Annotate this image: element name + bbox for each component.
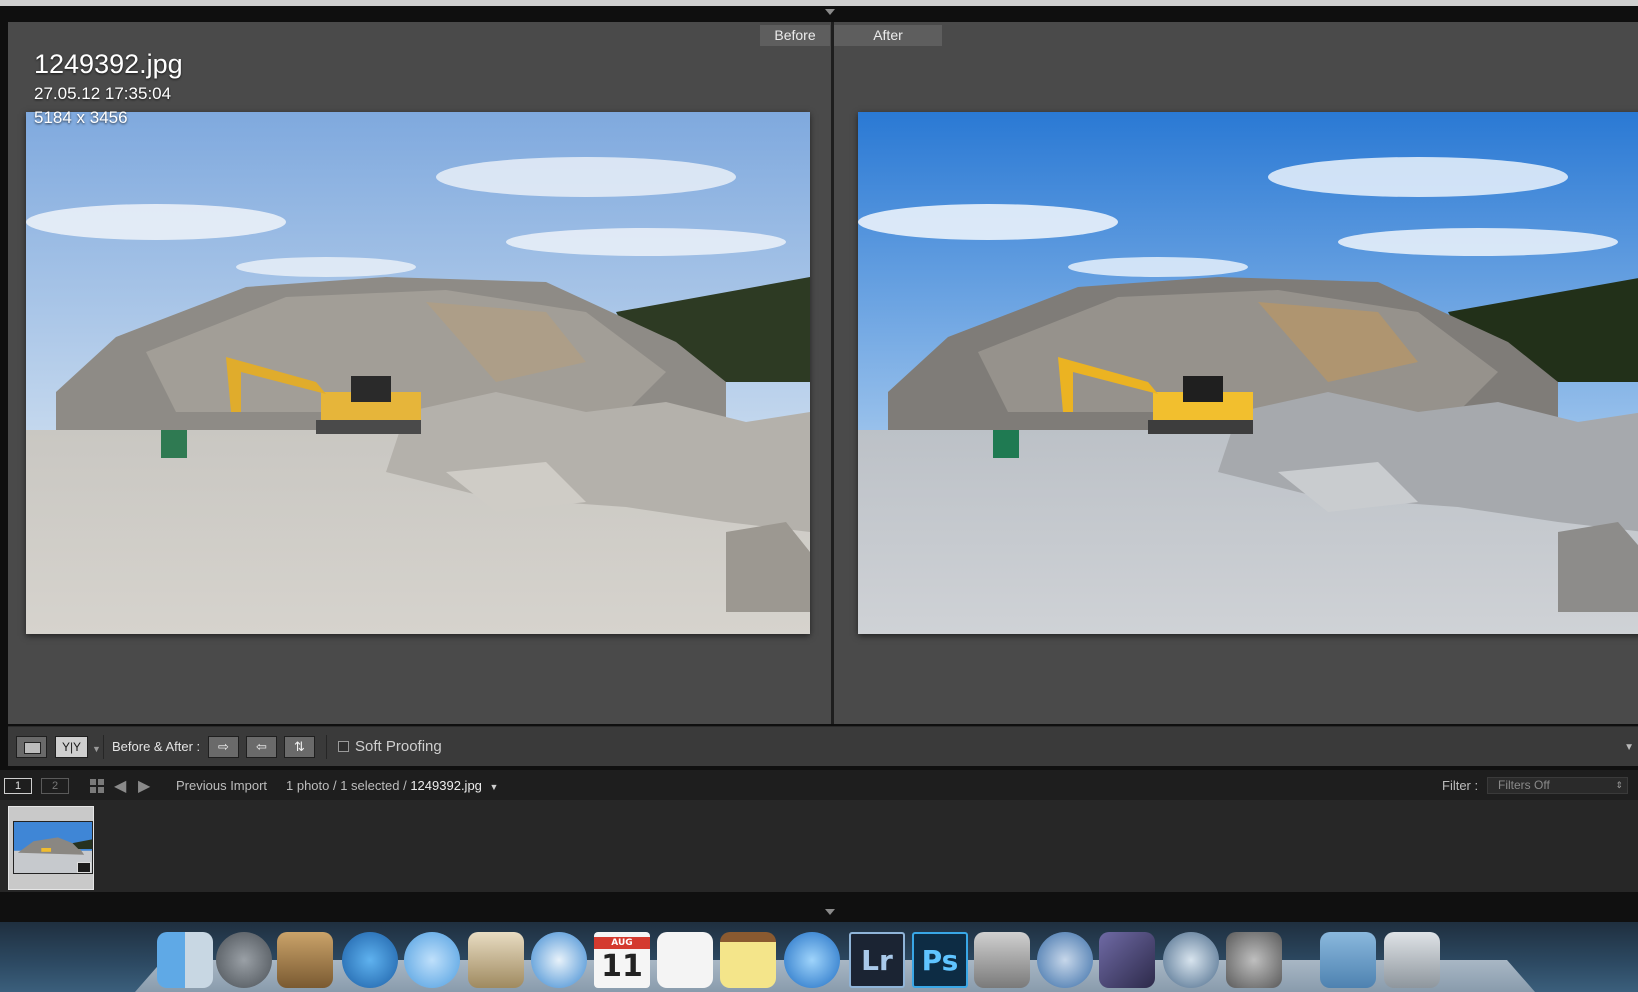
info-dimensions: 5184 x 3456: [34, 108, 128, 127]
after-pane: After: [834, 22, 1638, 724]
copy-after-to-before-button[interactable]: ⇦: [246, 736, 277, 758]
lightroom-icon[interactable]: Lr: [849, 932, 905, 988]
top-panel-toggle-icon[interactable]: [823, 7, 837, 17]
preview-app-icon[interactable]: [974, 932, 1030, 988]
title-bar-strip: [0, 0, 1638, 6]
launchpad-icon[interactable]: [216, 932, 272, 988]
pen-app-icon[interactable]: [1099, 932, 1155, 988]
reminders-icon[interactable]: [657, 932, 713, 988]
loupe-view-button[interactable]: [16, 736, 47, 758]
filmstrip-source[interactable]: Previous Import: [176, 778, 267, 793]
notes-icon[interactable]: [720, 932, 776, 988]
before-pane: Before 1249392.jpg 27.05.12 17:35:04 518…: [8, 22, 831, 724]
trash-icon[interactable]: [1384, 932, 1440, 988]
info-overlay: 1249392.jpg 27.05.12 17:35:04 5184 x 345…: [34, 46, 183, 130]
safari-icon[interactable]: [531, 932, 587, 988]
bottom-panel-bar: [0, 892, 1638, 922]
finder-icon[interactable]: [157, 932, 213, 988]
photoshop-icon[interactable]: Ps: [912, 932, 968, 988]
selection-dropdown-icon[interactable]: ▼: [490, 782, 499, 792]
grid-view-icon[interactable]: [90, 779, 104, 793]
itunes-icon[interactable]: [784, 932, 840, 988]
filter-select-value: Filters Off: [1498, 778, 1550, 792]
before-tag: Before: [760, 25, 830, 46]
after-tag: After: [834, 25, 942, 46]
filter-label: Filter :: [1442, 778, 1479, 793]
app-store-icon[interactable]: [342, 932, 398, 988]
before-after-view-button[interactable]: Y|Y: [55, 736, 88, 758]
main-window-button[interactable]: 1: [4, 778, 32, 794]
soft-proofing-label[interactable]: Soft Proofing: [355, 738, 442, 755]
system-preferences-icon[interactable]: [1226, 932, 1282, 988]
copy-before-to-after-button[interactable]: ⇨: [208, 736, 239, 758]
before-after-label: Before & After :: [112, 739, 201, 754]
filmstrip: [0, 800, 1638, 892]
bottom-panel-toggle-icon[interactable]: [823, 907, 837, 916]
filmstrip-thumbnail-cell[interactable]: [8, 806, 94, 890]
toolbar-separator: [326, 735, 327, 759]
selection-count-text: 1 photo / 1 selected /: [286, 778, 407, 793]
forward-arrow-icon[interactable]: ▶: [138, 776, 150, 796]
calendar-month: AUG: [594, 936, 650, 949]
swap-before-after-button[interactable]: ⇅: [284, 736, 315, 758]
toolbar-separator: [103, 735, 104, 759]
photo-browser-icon[interactable]: [277, 932, 333, 988]
toolbar-options-dropdown-icon[interactable]: ▼: [1624, 742, 1634, 753]
before-photo[interactable]: [26, 112, 810, 634]
secondary-window-button[interactable]: 2: [41, 778, 69, 794]
filmstrip-navigation-bar: 1 2 ◀ ▶ Previous Import 1 photo / 1 sele…: [0, 770, 1638, 800]
view-toolbar: Y|Y ▼ Before & After : ⇨ ⇦ ⇅ Soft Proofi…: [8, 726, 1638, 766]
view-mode-dropdown-icon[interactable]: ▼: [92, 744, 101, 754]
filter-select-updown-icon: ⇕: [1615, 780, 1623, 790]
soft-proofing-checkbox[interactable]: [338, 741, 349, 752]
filter-select[interactable]: Filters Off ⇕: [1487, 777, 1628, 794]
thumbnail-edited-badge-icon: [77, 862, 91, 873]
selection-count-file: 1249392.jpg: [410, 778, 482, 793]
selection-count[interactable]: 1 photo / 1 selected / 1249392.jpg ▼: [286, 778, 498, 793]
mail-icon[interactable]: [468, 932, 524, 988]
after-photo[interactable]: [858, 112, 1638, 634]
calendar-day: 11: [601, 948, 643, 984]
applications-folder-icon[interactable]: [1320, 932, 1376, 988]
lightroom-window: Before 1249392.jpg 27.05.12 17:35:04 518…: [0, 0, 1638, 992]
info-datetime: 27.05.12 17:35:04: [34, 84, 172, 103]
quicktime-icon[interactable]: [1037, 932, 1093, 988]
back-arrow-icon[interactable]: ◀: [114, 776, 126, 796]
messages-icon[interactable]: [404, 932, 460, 988]
info-filename: 1249392.jpg: [34, 49, 183, 79]
scope-app-icon[interactable]: [1163, 932, 1219, 988]
before-after-viewer: Before 1249392.jpg 27.05.12 17:35:04 518…: [8, 22, 1638, 724]
calendar-icon[interactable]: AUG 11: [594, 932, 650, 988]
